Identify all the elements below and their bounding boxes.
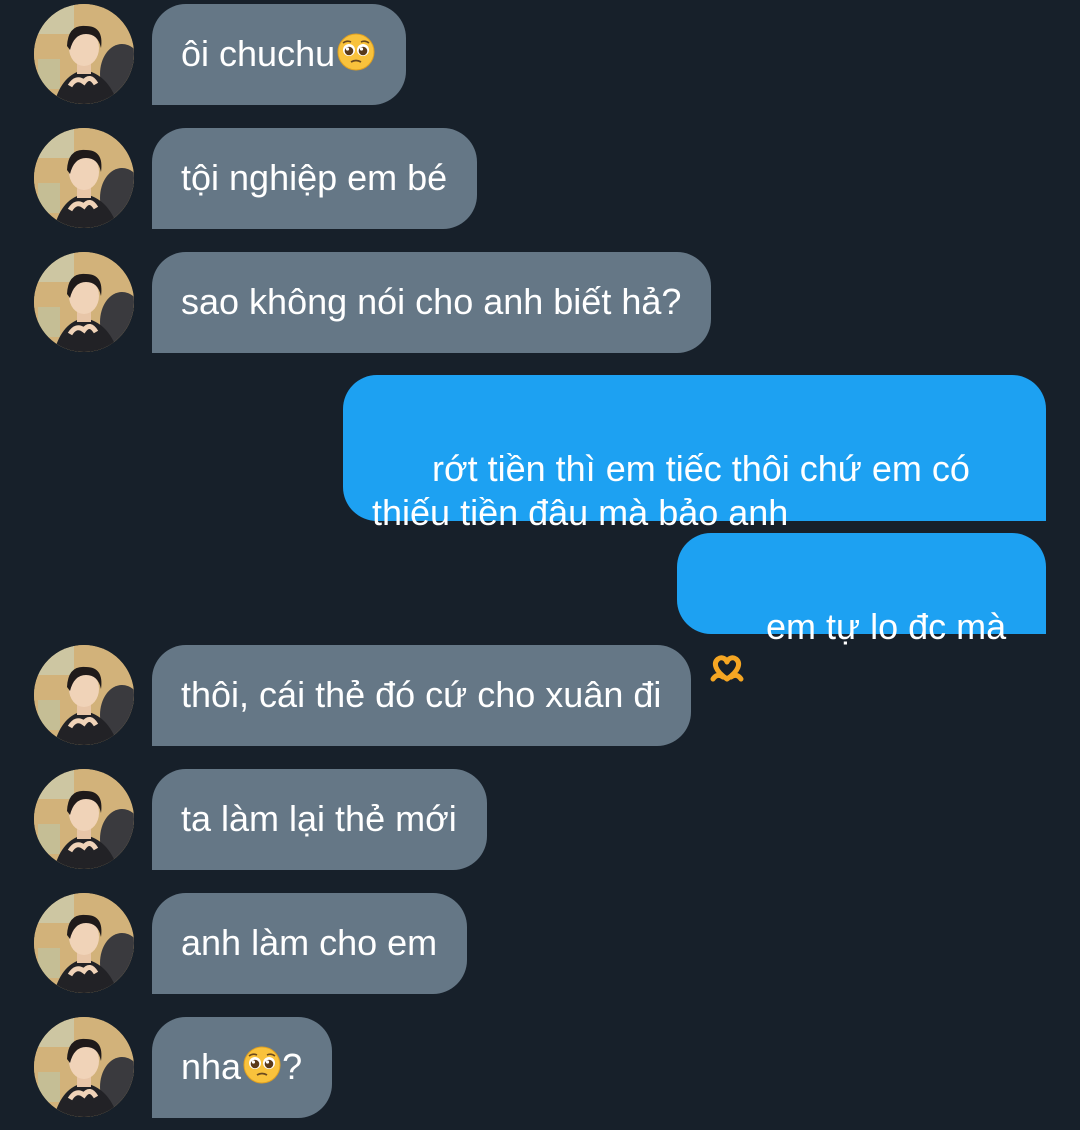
incoming-message-bubble[interactable]: tội nghiệp em bé — [152, 128, 478, 229]
avatar[interactable] — [34, 252, 134, 352]
avatar[interactable] — [34, 645, 134, 745]
avatar[interactable] — [34, 128, 134, 228]
incoming-message-bubble[interactable]: ta làm lại thẻ mới — [152, 769, 487, 870]
avatar[interactable] — [34, 1017, 134, 1117]
outgoing-message-bubble[interactable]: em tự lo đc mà — [677, 533, 1046, 682]
pleading-face-emoji-icon — [242, 1045, 282, 1085]
message-text: ta làm lại thẻ mới — [181, 798, 457, 839]
outgoing-message-bubble[interactable]: rớt tiền thì em tiếc thôi chứ em có thiế… — [343, 375, 1046, 533]
incoming-message-bubble[interactable]: nha? — [152, 1017, 333, 1118]
incoming-message-bubble[interactable]: thôi, cái thẻ đó cứ cho xuân đi — [152, 645, 692, 746]
avatar[interactable] — [34, 769, 134, 869]
incoming-message-bubble[interactable]: sao không nói cho anh biết hả? — [152, 252, 712, 353]
message-text: em tự lo đc mà — [766, 606, 1007, 647]
avatar[interactable] — [34, 4, 134, 104]
dm-conversation: ôi chuchu tội nghiệp em bé sao không nói… — [0, 0, 1080, 1130]
message-text: sao không nói cho anh biết hả? — [181, 281, 682, 322]
incoming-message-bubble[interactable]: ôi chuchu — [152, 4, 407, 105]
heart-hands-emoji-icon — [707, 649, 747, 689]
avatar[interactable] — [34, 893, 134, 993]
message-text: tội nghiệp em bé — [181, 157, 448, 198]
message-suffix: ? — [282, 1046, 303, 1087]
message-text: ôi chuchu — [181, 33, 336, 74]
message-text: nha — [181, 1046, 242, 1087]
message-text: thôi, cái thẻ đó cứ cho xuân đi — [181, 674, 662, 715]
pleading-face-emoji-icon — [336, 32, 376, 72]
incoming-message-bubble[interactable]: anh làm cho em — [152, 893, 468, 994]
message-text: rớt tiền thì em tiếc thôi chứ em có thiế… — [372, 448, 970, 533]
message-text: anh làm cho em — [181, 922, 438, 963]
